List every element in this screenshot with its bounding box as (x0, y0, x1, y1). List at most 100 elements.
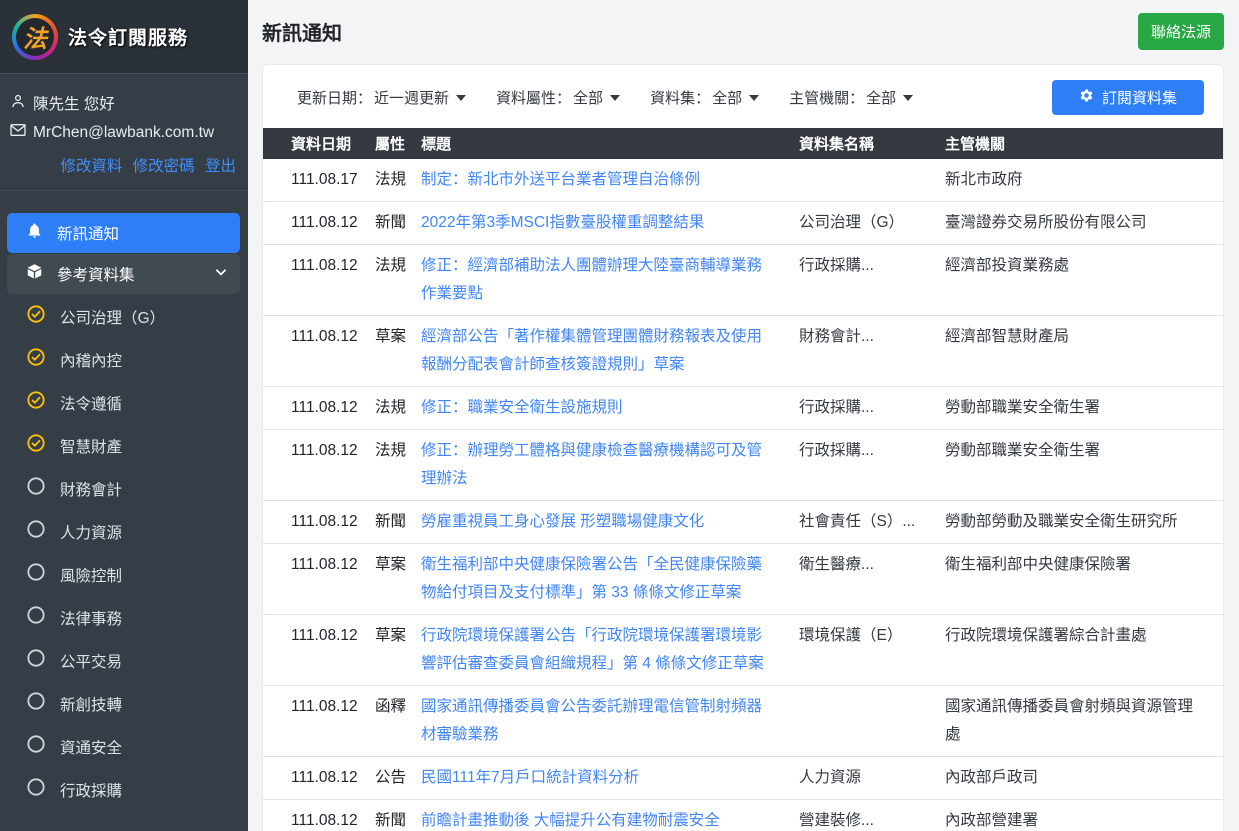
check-circle-icon (26, 433, 46, 458)
table-row: 111.08.12新聞2022年第3季MSCI指數臺股權重調整結果公司治理（G）… (263, 202, 1223, 245)
sidebar-dataset-item[interactable]: 人力資源 (0, 510, 248, 553)
row-date: 111.08.12 (291, 693, 375, 721)
filter-dropdown[interactable]: 更新日期：近一週更新 (297, 87, 466, 108)
row-dataset: 行政採購... (799, 252, 945, 280)
sidebar-item-notifications[interactable]: 新訊通知 (7, 213, 240, 253)
sidebar-dataset-item[interactable]: 風險控制 (0, 553, 248, 596)
row-type: 新聞 (375, 508, 421, 536)
page-title: 新訊通知 (262, 13, 342, 46)
filter-dropdown[interactable]: 主管機關：全部 (789, 87, 913, 108)
row-title-link[interactable]: 修正：辦理勞工體格與健康檢查醫療機構認可及管理辦法 (421, 442, 762, 487)
row-type: 法規 (375, 394, 421, 422)
subscribe-datasets-label: 訂閱資料集 (1102, 87, 1177, 108)
sidebar-dataset-item[interactable]: 行政採購 (0, 768, 248, 811)
sidebar-dataset-item[interactable]: 法令遵循 (0, 381, 248, 424)
gear-icon (1079, 88, 1094, 107)
filter-value: 全部 (866, 87, 896, 108)
row-title-link[interactable]: 2022年第3季MSCI指數臺股權重調整結果 (421, 214, 704, 231)
contact-lawsource-button[interactable]: 聯絡法源 (1138, 13, 1224, 50)
row-dataset: 財務會計... (799, 323, 945, 351)
row-date: 111.08.12 (291, 323, 375, 351)
row-type: 新聞 (375, 807, 421, 831)
row-agency: 內政部戶政司 (945, 764, 1205, 792)
row-dataset: 人力資源 (799, 764, 945, 792)
filter-label: 資料集： (650, 87, 710, 108)
row-date: 111.08.17 (291, 166, 375, 194)
caret-down-icon (749, 95, 759, 101)
table-row: 111.08.12草案行政院環境保護署公告「行政院環境保護署環境影響評估審查委員… (263, 615, 1223, 686)
check-circle-icon (26, 304, 46, 329)
user-links: 修改資料 修改密碼 登出 (10, 154, 236, 176)
row-title-link[interactable]: 行政院環境保護署公告「行政院環境保護署環境影響評估審查委員會組織規程」第 4 條… (421, 627, 764, 672)
row-title: 行政院環境保護署公告「行政院環境保護署環境影響評估審查委員會組織規程」第 4 條… (421, 622, 799, 678)
sidebar-item-label: 參考資料集 (57, 263, 135, 285)
table-row: 111.08.12函釋國家通訊傳播委員會公告委託辦理電信管制射頻器材審驗業務國家… (263, 686, 1223, 757)
mail-icon (10, 123, 26, 142)
row-title-link[interactable]: 勞雇重視員工身心發展 形塑職場健康文化 (421, 513, 704, 530)
row-title-link[interactable]: 制定：新北市外送平台業者管理自治條例 (421, 171, 700, 188)
row-type: 法規 (375, 437, 421, 465)
dataset-label: 法律事務 (60, 607, 122, 629)
row-type: 法規 (375, 252, 421, 280)
table-body: 111.08.17 法規 制定：新北市外送平台業者管理自治條例 新北市政府 111.08… (263, 159, 1223, 831)
row-agency: 內政部營建署 (945, 807, 1205, 831)
dataset-label: 財務會計 (60, 478, 122, 500)
filter-dropdown[interactable]: 資料集：全部 (650, 87, 759, 108)
row-title-link[interactable]: 國家通訊傳播委員會公告委託辦理電信管制射頻器材審驗業務 (421, 698, 762, 743)
row-title-link[interactable]: 修正：經濟部補助法人團體辦理大陸臺商輔導業務作業要點 (421, 257, 762, 302)
brand: 法 法令訂閱服務 (0, 0, 248, 74)
column-header: 標題 (421, 133, 799, 154)
row-title-link[interactable]: 經濟部公告「著作權集體管理團體財務報表及使用報酬分配表會計師查核簽證規則」草案 (421, 328, 762, 373)
row-title-link[interactable]: 修正：職業安全衛生設施規則 (421, 399, 623, 416)
sidebar-dataset-item[interactable]: 資通安全 (0, 725, 248, 768)
row-title: 制定：新北市外送平台業者管理自治條例 (421, 166, 799, 194)
sidebar-item-label: 新訊通知 (57, 222, 119, 244)
user-email-row: MrChen@lawbank.com.tw (10, 123, 236, 142)
row-title: 衛生福利部中央健康保險署公告「全民健康保險藥物給付項目及支付標準」第 33 條條… (421, 551, 799, 607)
row-agency: 新北市政府 (945, 166, 1205, 194)
row-title-link[interactable]: 前瞻計畫推動後 大幅提升公有建物耐震安全 (421, 812, 720, 829)
subscribe-datasets-button[interactable]: 訂閱資料集 (1052, 80, 1204, 115)
sidebar-dataset-item[interactable]: 法律事務 (0, 596, 248, 639)
row-date: 111.08.12 (291, 252, 375, 280)
row-date: 111.08.12 (291, 622, 375, 650)
column-header: 屬性 (375, 133, 421, 154)
user-block: 陳先生 您好 MrChen@lawbank.com.tw 修改資料 修改密碼 登… (0, 74, 248, 191)
sidebar-dataset-item[interactable]: 公平交易 (0, 639, 248, 682)
logout-link[interactable]: 登出 (205, 158, 236, 175)
row-dataset: 公司治理（G） (799, 209, 945, 237)
user-email: MrChen@lawbank.com.tw (33, 124, 214, 142)
sidebar-dataset-item[interactable]: 公司治理（G） (0, 295, 248, 338)
dataset-label: 公平交易 (60, 650, 122, 672)
row-title-link[interactable]: 衛生福利部中央健康保險署公告「全民健康保險藥物給付項目及支付標準」第 33 條條… (421, 556, 762, 601)
row-date: 111.08.12 (291, 394, 375, 422)
sidebar-item-reference-datasets[interactable]: 參考資料集 (7, 254, 240, 294)
edit-profile-link[interactable]: 修改資料 (60, 158, 122, 175)
row-agency: 臺灣證券交易所股份有限公司 (945, 209, 1205, 237)
dataset-label: 智慧財產 (60, 435, 122, 457)
row-dataset: 社會責任（S）... (799, 508, 945, 536)
sidebar-dataset-item[interactable]: 智慧財產 (0, 424, 248, 467)
table-row: 111.08.17法規制定：新北市外送平台業者管理自治條例新北市政府 (263, 159, 1223, 202)
table-row: 111.08.12草案經濟部公告「著作權集體管理團體財務報表及使用報酬分配表會計… (263, 316, 1223, 387)
row-dataset: 營建裝修... (799, 807, 945, 831)
row-title-link[interactable]: 民國111年7月戶口統計資料分析 (421, 769, 639, 786)
row-dataset: 衛生醫療... (799, 551, 945, 579)
row-agency: 經濟部投資業務處 (945, 252, 1205, 280)
row-agency: 勞動部職業安全衛生署 (945, 394, 1205, 422)
table-header: 資料日期屬性標題資料集名稱主管機關 (263, 128, 1223, 159)
row-type: 新聞 (375, 209, 421, 237)
sidebar-dataset-item[interactable]: 新創技轉 (0, 682, 248, 725)
sidebar-nav: 新訊通知 參考資料集 公司治理（G）內稽內控法令遵循智慧財產財務會計人力資源風險… (0, 191, 248, 811)
sidebar-dataset-item[interactable]: 內稽內控 (0, 338, 248, 381)
sidebar-dataset-item[interactable]: 財務會計 (0, 467, 248, 510)
filter-dropdown[interactable]: 資料屬性：全部 (496, 87, 620, 108)
row-title: 國家通訊傳播委員會公告委託辦理電信管制射頻器材審驗業務 (421, 693, 799, 749)
brand-logo-glyph: 法 (16, 18, 54, 56)
table-row: 111.08.12公告民國111年7月戶口統計資料分析人力資源內政部戶政司 (263, 757, 1223, 800)
filter-value: 全部 (712, 87, 742, 108)
main-content: 新訊通知 聯絡法源 更新日期：近一週更新資料屬性：全部資料集：全部主管機關：全部… (248, 0, 1239, 831)
row-agency: 勞動部勞動及職業安全衛生研究所 (945, 508, 1205, 536)
change-password-link[interactable]: 修改密碼 (133, 158, 195, 175)
row-dataset: 行政採購... (799, 437, 945, 465)
